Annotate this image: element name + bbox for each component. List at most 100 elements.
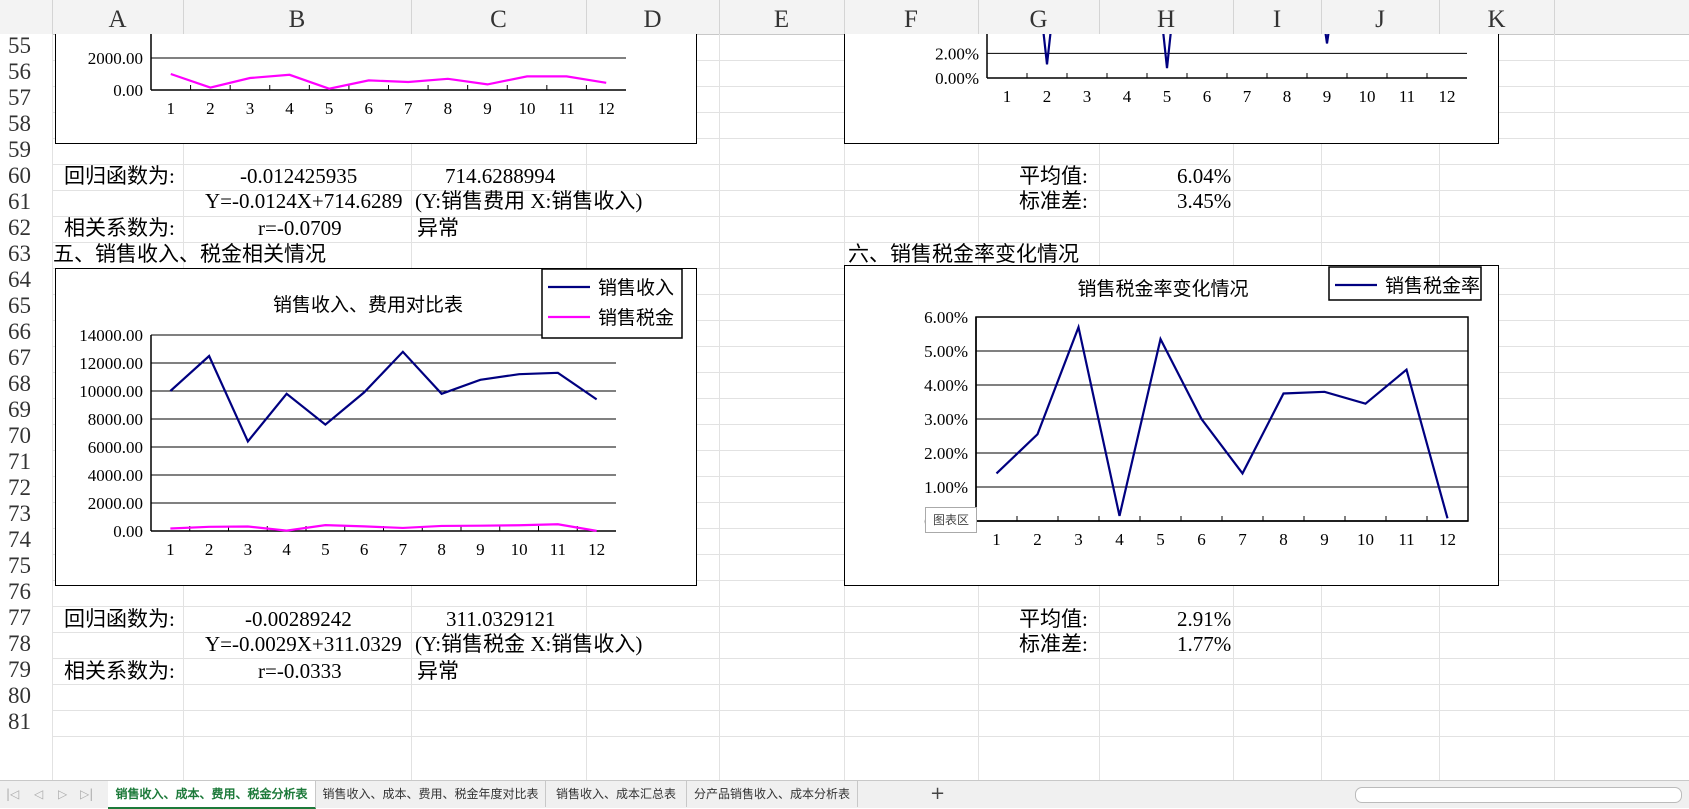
y-tick-label: 10000.00: [79, 382, 143, 401]
sheet-tab-bar: |◁ ◁ ▷ ▷| 销售收入、成本、费用、税金分析表 销售收入、成本、费用、税金…: [0, 780, 1689, 808]
column-header-d[interactable]: D: [586, 0, 720, 34]
x-tick-label: 12: [1439, 87, 1456, 106]
regression-label-2: 回归函数为:: [64, 605, 175, 633]
series-line: [1037, 34, 1057, 64]
chart-title: 销售税金率变化情况: [1077, 278, 1248, 300]
row-header-65[interactable]: 65: [0, 292, 58, 320]
column-header-a[interactable]: A: [52, 0, 184, 34]
row-header-77[interactable]: 77: [0, 604, 58, 632]
chart-top-right-plot: 0.00%2.00%123456789101112: [845, 34, 1498, 143]
regression-equation-1: Y=-0.0124X+714.6289: [205, 187, 403, 215]
row-header-74[interactable]: 74: [0, 526, 58, 554]
correlation-label-1: 相关系数为:: [64, 214, 175, 242]
y-tick-label: 14000.00: [79, 326, 143, 345]
x-tick-label: 7: [1243, 87, 1252, 106]
row-header-61[interactable]: 61: [0, 188, 58, 216]
column-header-corner[interactable]: [0, 0, 53, 34]
row-header-62[interactable]: 62: [0, 214, 58, 242]
prev-sheet-icon[interactable]: ◁: [34, 781, 43, 807]
stddev-value-2: 1.77%: [1177, 630, 1231, 658]
row-header-column: 5556575859606162636465666768697071727374…: [0, 34, 52, 784]
column-header-j[interactable]: J: [1321, 0, 1440, 34]
chart-top-left[interactable]: 0.002000.004000.00123456789101112: [55, 34, 697, 144]
y-tick-label: 2.00%: [935, 44, 979, 63]
row-header-63[interactable]: 63: [0, 240, 58, 268]
add-sheet-button[interactable]: +: [930, 781, 945, 807]
x-tick-label: 3: [246, 99, 255, 118]
row-header-56[interactable]: 56: [0, 58, 58, 86]
series-line-1: [997, 327, 1448, 518]
column-header-k[interactable]: K: [1439, 0, 1555, 34]
row-header-68[interactable]: 68: [0, 370, 58, 398]
chart-top-left-plot: 0.002000.004000.00123456789101112: [56, 34, 696, 143]
chart-revenue-tax-plot: 0.002000.004000.006000.008000.0010000.00…: [56, 269, 696, 585]
x-tick-label: 6: [1197, 530, 1206, 549]
correlation-label-2: 相关系数为:: [64, 657, 175, 685]
x-tick-label: 12: [1439, 530, 1456, 549]
row-header-81[interactable]: 81: [0, 708, 58, 736]
y-tick-label: 4000.00: [88, 34, 143, 36]
column-header-e[interactable]: E: [719, 0, 845, 34]
sheet-tab-summary[interactable]: 销售收入、成本汇总表: [546, 781, 687, 807]
correlation-status-1: 异常: [417, 214, 459, 242]
row-header-72[interactable]: 72: [0, 474, 58, 502]
row-header-69[interactable]: 69: [0, 396, 58, 424]
row-header-76[interactable]: 76: [0, 578, 58, 606]
column-header-f[interactable]: F: [844, 0, 979, 34]
row-header-70[interactable]: 70: [0, 422, 58, 450]
sheet-tab-analysis[interactable]: 销售收入、成本、费用、税金分析表: [108, 781, 316, 809]
average-value-1: 6.04%: [1177, 162, 1231, 190]
row-header-75[interactable]: 75: [0, 552, 58, 580]
column-header-i[interactable]: I: [1233, 0, 1322, 34]
chart-tax-rate[interactable]: 0.00%1.00%2.00%3.00%4.00%5.00%6.00%12345…: [844, 265, 1499, 586]
next-sheet-icon[interactable]: ▷: [58, 781, 67, 807]
x-tick-label: 5: [321, 540, 330, 559]
correlation-value-1: r=-0.0709: [258, 214, 342, 242]
row-header-66[interactable]: 66: [0, 318, 58, 346]
grid-row-line: [52, 710, 1689, 711]
x-tick-label: 8: [1283, 87, 1292, 106]
x-tick-label: 3: [244, 540, 253, 559]
column-header-c[interactable]: C: [411, 0, 587, 34]
row-header-80[interactable]: 80: [0, 682, 58, 710]
column-header-h[interactable]: H: [1099, 0, 1234, 34]
regression-label-1: 回归函数为:: [64, 162, 175, 190]
row-header-59[interactable]: 59: [0, 136, 58, 164]
x-tick-label: 6: [1203, 87, 1212, 106]
row-header-64[interactable]: 64: [0, 266, 58, 294]
last-sheet-icon[interactable]: ▷|: [80, 781, 93, 807]
row-header-58[interactable]: 58: [0, 110, 58, 138]
horizontal-scrollbar[interactable]: [1355, 787, 1682, 803]
column-header-bar: A B C D E F G H I J K: [0, 0, 1689, 35]
sheet-tab-annual-compare[interactable]: 销售收入、成本、费用、税金年度对比表: [316, 781, 546, 807]
x-tick-label: 6: [364, 99, 373, 118]
x-tick-label: 11: [1398, 530, 1414, 549]
column-header-b[interactable]: B: [183, 0, 412, 34]
row-header-71[interactable]: 71: [0, 448, 58, 476]
row-header-55[interactable]: 55: [0, 32, 58, 60]
row-header-78[interactable]: 78: [0, 630, 58, 658]
y-tick-label: 6.00%: [924, 308, 968, 327]
row-header-79[interactable]: 79: [0, 656, 58, 684]
first-sheet-icon[interactable]: |◁: [6, 781, 19, 807]
regression-equation-2: Y=-0.0029X+311.0329: [205, 630, 402, 658]
x-tick-label: 7: [1238, 530, 1247, 549]
series-line: [1317, 34, 1337, 43]
x-tick-label: 4: [285, 99, 294, 118]
x-tick-label: 8: [437, 540, 446, 559]
x-tick-label: 5: [1156, 530, 1165, 549]
correlation-status-2: 异常: [417, 657, 459, 685]
chart-top-right[interactable]: 0.00%2.00%123456789101112: [844, 34, 1499, 144]
sheet-tab-product-analysis[interactable]: 分产品销售收入、成本分析表: [687, 781, 858, 807]
y-tick-label: 0.00%: [935, 69, 979, 88]
column-header-g[interactable]: G: [978, 0, 1100, 34]
grid-row-line: [52, 736, 1689, 737]
row-header-57[interactable]: 57: [0, 84, 58, 112]
row-header-67[interactable]: 67: [0, 344, 58, 372]
row-header-60[interactable]: 60: [0, 162, 58, 190]
chart-revenue-tax[interactable]: 0.002000.004000.006000.008000.0010000.00…: [55, 268, 697, 586]
grid-col-line: [1554, 34, 1555, 784]
row-header-73[interactable]: 73: [0, 500, 58, 528]
x-tick-label: 1: [992, 530, 1001, 549]
x-tick-label: 2: [1043, 87, 1052, 106]
